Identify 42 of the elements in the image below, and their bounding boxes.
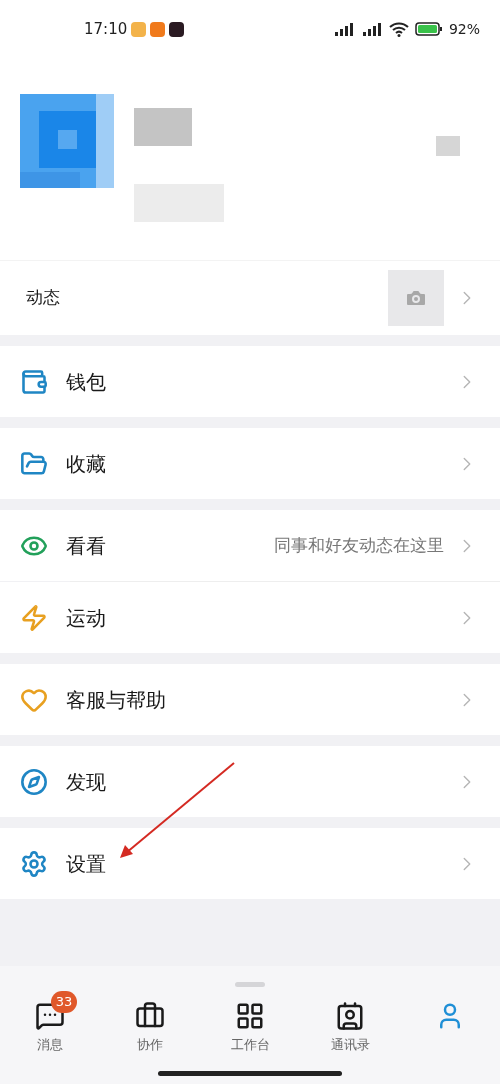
wallet-icon [20, 367, 48, 396]
drag-handle[interactable] [235, 982, 265, 987]
lightning-icon [20, 603, 48, 632]
menu-label: 运动 [66, 604, 106, 632]
notification-icon [150, 21, 166, 37]
menu-item[interactable]: 钱包 [0, 346, 500, 417]
status-time: 17:10 [84, 18, 128, 40]
battery-icon [414, 22, 443, 36]
menu-label: 收藏 [66, 450, 106, 478]
menu-hint: 同事和好友动态在这里 [274, 533, 444, 557]
tab[interactable]: 通讯录 [300, 989, 400, 1057]
notification-icon [131, 21, 147, 37]
menu-label: 发现 [66, 768, 106, 796]
blurred-text [436, 136, 460, 156]
menu-item[interactable]: 客服与帮助 [0, 664, 500, 735]
menu-label: 设置 [66, 850, 106, 878]
menu-item[interactable]: 收藏 [0, 428, 500, 499]
compass-icon [20, 767, 48, 796]
tab[interactable]: 协作 [100, 989, 200, 1057]
menu-item[interactable]: 运动 [0, 582, 500, 653]
wifi-icon [388, 21, 409, 37]
blurred-name [134, 108, 192, 146]
signal-icon [332, 22, 355, 36]
menu-label: 看看 [66, 532, 106, 560]
menu-label: 钱包 [66, 368, 106, 396]
menu-label: 客服与帮助 [66, 686, 166, 714]
tab[interactable]: 工作台 [200, 989, 300, 1057]
contact-book-icon [335, 1001, 365, 1031]
menu-item[interactable]: 发现 [0, 746, 500, 817]
notification-icon [169, 21, 185, 37]
grid-icon [235, 1001, 265, 1031]
signal-icon [360, 22, 383, 36]
menu-item[interactable]: 设置 [0, 828, 500, 899]
profile-header[interactable] [0, 58, 500, 260]
menu-label: 动态 [26, 286, 60, 310]
menu-item[interactable]: 看看 同事和好友动态在这里 [0, 510, 500, 581]
settings-icon [20, 849, 48, 878]
moments-row[interactable]: 动态 [0, 260, 500, 335]
battery-percentage: 92% [448, 19, 480, 39]
folder-icon [20, 449, 48, 478]
unread-badge: 33 [51, 991, 77, 1013]
tab[interactable]: 33 消息 [0, 989, 100, 1057]
